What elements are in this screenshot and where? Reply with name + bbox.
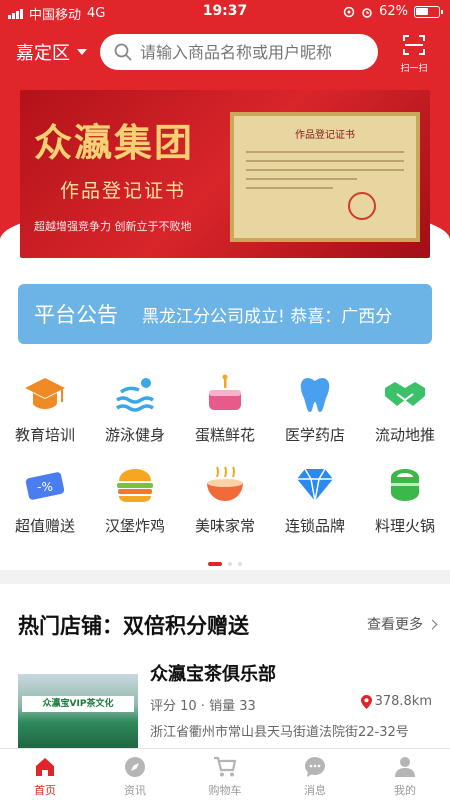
shop-thumbnail[interactable]: 众瀛宝VIP茶文化	[18, 674, 138, 754]
tab-messages[interactable]: 消息	[270, 749, 360, 800]
page-dot	[228, 562, 232, 566]
banner-subtitle: 作品登记证书	[60, 180, 187, 202]
caret-down-icon	[77, 49, 87, 55]
category-item[interactable]: 游泳健身	[90, 372, 180, 445]
category-label: 游泳健身	[104, 426, 165, 444]
sushi-icon	[383, 463, 427, 507]
district-selector[interactable]: 嘉定区	[16, 39, 87, 65]
category-grid: 教育培训 游泳健身 蛋糕鲜花 医学药店 流动地推 -% 超值赠送 汉堡炸鸡 美味家常 连锁品牌 料理…	[0, 372, 450, 536]
category-item[interactable]: 教育培训	[0, 372, 90, 445]
search-icon	[114, 43, 132, 61]
category-label: 医学药店	[284, 426, 345, 444]
page-dot	[238, 562, 242, 566]
category-item[interactable]: 美味家常	[180, 463, 270, 536]
platform-notice[interactable]: 平台公告 黑龙江分公司成立! 恭喜：广西分	[18, 284, 432, 344]
distance-value: 378.8km	[374, 694, 432, 709]
battery-percent: 62%	[379, 4, 408, 19]
handshake-icon	[383, 372, 427, 416]
seal-icon	[348, 192, 376, 220]
cake-icon	[203, 372, 247, 416]
svg-text:-%: -%	[37, 480, 53, 494]
notice-text: 黑龙江分公司成立! 恭喜：广西分	[142, 306, 393, 327]
category-item[interactable]: 汉堡炸鸡	[90, 463, 180, 536]
compass-icon	[123, 755, 147, 779]
tab-label: 消息	[304, 784, 326, 797]
certificate-title: 作品登记证书	[295, 130, 355, 141]
shop-address: 浙江省衢州市常山县天马街道法院街22-32号	[150, 725, 409, 740]
hot-shops-section: 热门店铺：双倍积分赠送 查看更多 众瀛宝VIP茶文化 众瀛宝茶俱乐部 评分 10…	[0, 584, 450, 754]
diamond-icon	[293, 463, 337, 507]
category-label: 连锁品牌	[284, 517, 345, 535]
top-header: 嘉定区 扫一扫	[0, 32, 450, 74]
banner-slogan: 超越增强竞争力 创新立于不败地	[34, 220, 192, 233]
tab-label: 购物车	[208, 784, 242, 797]
graduation-cap-icon	[23, 372, 67, 416]
promo-banner[interactable]: 众瀛集团 作品登记证书 超越增强竞争力 创新立于不败地 作品登记证书	[20, 90, 430, 258]
category-label: 超值赠送	[14, 517, 75, 535]
district-label: 嘉定区	[16, 43, 70, 64]
tab-label: 首页	[34, 784, 56, 797]
category-label: 料理火锅	[374, 517, 435, 535]
page-dot-active	[208, 562, 222, 566]
tab-cart[interactable]: 购物车	[180, 749, 270, 800]
user-icon	[393, 755, 417, 779]
page-indicator	[0, 562, 450, 566]
search-input[interactable]	[140, 42, 360, 62]
swimming-icon	[113, 372, 157, 416]
scan-label: 扫一扫	[400, 64, 428, 74]
search-bar[interactable]	[100, 34, 378, 70]
cart-icon	[213, 755, 237, 779]
scan-button[interactable]: 扫一扫	[398, 34, 430, 74]
coupon-icon: -%	[23, 463, 67, 507]
shop-sign: 众瀛宝VIP茶文化	[22, 696, 134, 712]
notice-title: 平台公告	[34, 303, 118, 327]
category-item[interactable]: 料理火锅	[360, 463, 450, 536]
shop-rating-sales: 评分 10 · 销量 33	[150, 699, 256, 714]
tab-profile[interactable]: 我的	[360, 749, 450, 800]
message-icon	[303, 755, 327, 779]
shop-distance: 378.8km	[360, 694, 432, 709]
location-icon	[343, 6, 355, 17]
bowl-icon	[203, 463, 247, 507]
status-bar: 中国移动 4G 19:37 62%	[0, 0, 450, 24]
tab-news[interactable]: 资讯	[90, 749, 180, 800]
tooth-icon	[293, 372, 337, 416]
category-item[interactable]: 蛋糕鲜花	[180, 372, 270, 445]
certificate-image: 作品登记证书	[230, 112, 420, 242]
tab-label: 我的	[394, 784, 416, 797]
category-item[interactable]: -% 超值赠送	[0, 463, 90, 536]
bottom-tab-bar: 首页 资讯 购物车 消息 我的	[0, 748, 450, 800]
section-title: 热门店铺：双倍积分赠送	[18, 614, 249, 638]
map-pin-icon	[360, 694, 372, 709]
view-more-link[interactable]: 查看更多	[367, 614, 438, 634]
battery-fill	[416, 7, 429, 15]
category-label: 汉堡炸鸡	[104, 517, 165, 535]
category-item[interactable]: 连锁品牌	[270, 463, 360, 536]
category-item[interactable]: 流动地推	[360, 372, 450, 445]
view-more-label: 查看更多	[367, 617, 423, 633]
battery-icon	[414, 5, 443, 18]
tab-label: 资讯	[124, 784, 146, 797]
home-icon	[33, 755, 57, 779]
category-label: 美味家常	[194, 517, 255, 535]
category-label: 流动地推	[374, 426, 435, 444]
category-label: 教育培训	[14, 426, 75, 444]
shop-name[interactable]: 众瀛宝茶俱乐部	[150, 660, 276, 686]
alarm-icon	[362, 7, 372, 18]
tab-home[interactable]: 首页	[0, 749, 90, 800]
category-label: 蛋糕鲜花	[194, 426, 255, 444]
chevron-right-icon	[427, 619, 438, 629]
scan-icon	[403, 35, 425, 55]
burger-icon	[113, 463, 157, 507]
category-item[interactable]: 医学药店	[270, 372, 360, 445]
banner-title: 众瀛集团	[34, 121, 195, 165]
